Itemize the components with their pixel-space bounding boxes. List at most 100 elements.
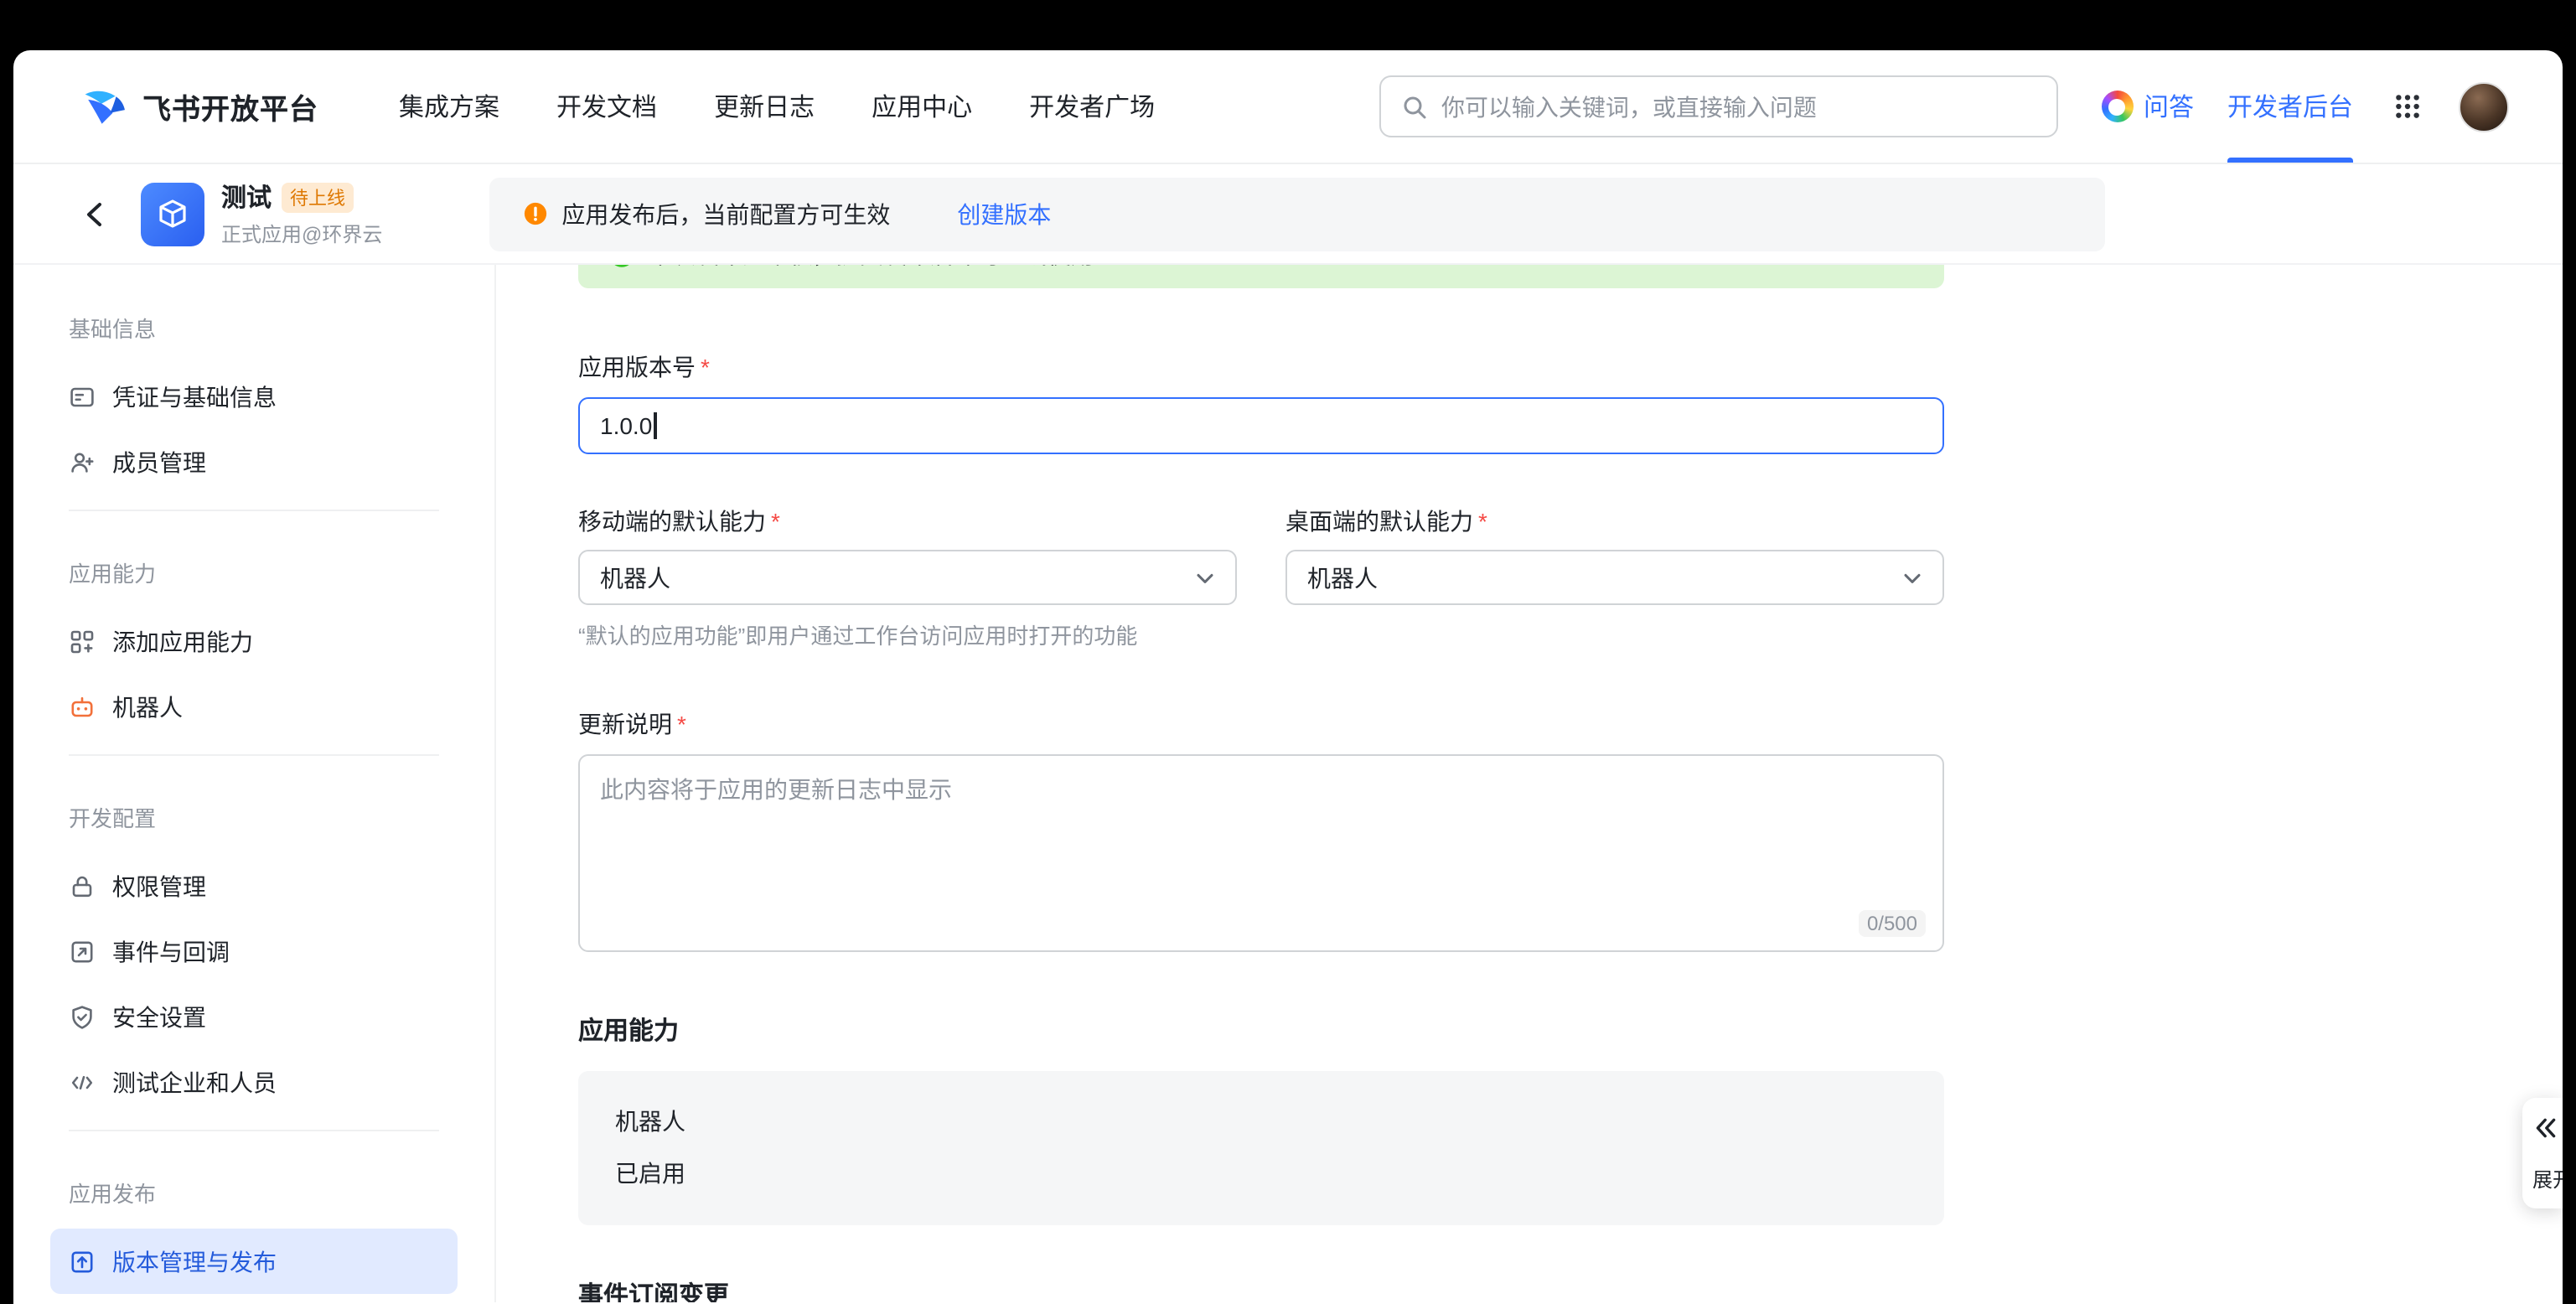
app-subtitle: 正式应用@环界云	[221, 220, 382, 248]
sidebar-item-add-capability[interactable]: 添加应用能力	[50, 608, 458, 674]
sidebar-item-label: 安全设置	[112, 1000, 206, 1033]
success-banner-text: 本次发布免审核，提交发布后即可上线使用	[649, 265, 1094, 272]
publish-alert-banner: 应用发布后，当前配置方可生效 创建版本	[489, 177, 2105, 251]
create-version-link[interactable]: 创建版本	[957, 197, 1051, 230]
search-input[interactable]	[1441, 93, 2040, 120]
app-icon	[141, 182, 204, 246]
desktop-capability-value: 机器人	[1307, 561, 1899, 594]
main-nav: 集成方案 开发文档 更新日志 应用中心 开发者广场	[399, 89, 1155, 124]
required-mark: *	[1478, 508, 1487, 535]
sidebar-section-release: 应用发布	[69, 1177, 494, 1208]
update-notes-label: 更新说明*	[578, 707, 2563, 741]
apps-grid-icon[interactable]	[2393, 92, 2422, 121]
version-input[interactable]: 1.0.0	[578, 397, 1944, 454]
version-label: 应用版本号*	[578, 350, 2563, 384]
nav-item-integration[interactable]: 集成方案	[399, 89, 499, 124]
events-section-title: 事件订阅变更	[578, 1277, 2563, 1302]
mobile-capability-select[interactable]: 机器人	[578, 550, 1237, 605]
nav-item-dev-plaza[interactable]: 开发者广场	[1029, 89, 1155, 124]
update-notes-textarea[interactable]: 此内容将于应用的更新日志中显示 0/500	[578, 754, 1944, 952]
sidebar-item-label: 成员管理	[112, 445, 206, 479]
required-mark: *	[771, 508, 780, 535]
default-capability-hint: “默认的应用功能”即用户通过工作台访问应用时打开的功能	[578, 618, 1237, 650]
brand-name: 飞书开放平台	[142, 85, 318, 127]
nav-item-changelog[interactable]: 更新日志	[714, 89, 815, 124]
tab-developer-console[interactable]: 开发者后台	[2227, 50, 2353, 163]
add-capability-icon	[69, 628, 96, 655]
expand-label: 展开	[2532, 1165, 2563, 1193]
sidebar: 基础信息 凭证与基础信息 成员管理	[13, 265, 496, 1302]
bot-icon	[69, 693, 96, 720]
sidebar-item-credentials[interactable]: 凭证与基础信息	[50, 364, 458, 429]
user-avatar[interactable]	[2459, 81, 2509, 132]
sidebar-item-members[interactable]: 成员管理	[50, 429, 458, 494]
sidebar-item-security[interactable]: 安全设置	[50, 984, 458, 1049]
shield-icon	[69, 1003, 96, 1030]
active-tab-indicator	[2227, 158, 2353, 163]
sidebar-item-test-org[interactable]: 测试企业和人员	[50, 1049, 458, 1115]
sidebar-item-events[interactable]: 事件与回调	[50, 918, 458, 984]
body-area: 基础信息 凭证与基础信息 成员管理	[13, 265, 2563, 1302]
app-subheader: 测试 待上线 正式应用@环界云 应用发布后，当前配置方可生效 创建版本	[13, 164, 2563, 265]
expand-panel-toggle[interactable]: 展开	[2522, 1098, 2563, 1208]
sidebar-divider	[69, 1130, 439, 1131]
credential-icon	[69, 383, 96, 410]
sidebar-item-bot[interactable]: 机器人	[50, 674, 458, 739]
permission-lock-icon	[69, 872, 96, 899]
nav-item-app-center[interactable]: 应用中心	[872, 89, 972, 124]
success-banner: 本次发布免审核，提交发布后即可上线使用	[578, 265, 1944, 288]
main-content: 本次发布免审核，提交发布后即可上线使用 应用版本号* 1.0.0 移动端的默认能…	[496, 265, 2563, 1302]
sidebar-section-capabilities: 应用能力	[69, 556, 494, 588]
sidebar-section-basic: 基础信息	[69, 312, 494, 344]
test-brackets-icon	[69, 1069, 96, 1095]
console-label: 开发者后台	[2227, 89, 2353, 124]
sidebar-item-label: 权限管理	[112, 869, 206, 903]
sidebar-divider	[69, 510, 439, 511]
app-meta: 测试 待上线 正式应用@环界云	[221, 179, 382, 248]
browser-page: 飞书开放平台 集成方案 开发文档 更新日志 应用中心 开发者广场	[13, 50, 2563, 1304]
capability-section-title: 应用能力	[578, 1012, 2563, 1048]
required-mark: *	[701, 354, 710, 380]
qa-icon	[2102, 91, 2134, 122]
desktop-capability-select[interactable]: 机器人	[1285, 550, 1944, 605]
mobile-capability-value: 机器人	[600, 561, 1192, 594]
success-check-icon	[608, 265, 635, 268]
screen: 飞书开放平台 集成方案 开发文档 更新日志 应用中心 开发者广场	[0, 0, 2576, 1304]
default-capability-row: 移动端的默认能力* 机器人 “默认的应用功能”即用户通过工作台访问应用时打开的功…	[578, 505, 2563, 650]
header-right: 问答 开发者后台	[2102, 50, 2509, 163]
qa-link[interactable]: 问答	[2102, 89, 2194, 124]
notes-placeholder: 此内容将于应用的更新日志中显示	[600, 776, 952, 803]
sidebar-item-label: 测试企业和人员	[112, 1065, 277, 1099]
alert-text: 应用发布后，当前配置方可生效	[561, 197, 890, 230]
desktop-capability-label: 桌面端的默认能力*	[1285, 505, 1944, 538]
sidebar-item-version-release[interactable]: 版本管理与发布	[50, 1229, 458, 1294]
sidebar-item-label: 事件与回调	[112, 934, 230, 968]
required-mark: *	[677, 711, 686, 737]
chevron-down-icon	[1899, 564, 1926, 591]
status-badge: 待上线	[282, 182, 354, 212]
brand-logo-link[interactable]: 飞书开放平台	[80, 84, 318, 129]
members-icon	[69, 448, 96, 475]
sidebar-item-label: 机器人	[112, 690, 183, 723]
back-button[interactable]	[80, 199, 111, 229]
sidebar-divider	[69, 754, 439, 756]
search-icon	[1401, 93, 1428, 120]
sidebar-section-dev-config: 开发配置	[69, 801, 494, 833]
app-name: 测试	[221, 179, 272, 215]
capability-status: 已启用	[615, 1157, 1907, 1190]
event-callback-icon	[69, 938, 96, 965]
release-upload-icon	[69, 1248, 96, 1275]
sidebar-item-label: 版本管理与发布	[112, 1244, 277, 1278]
top-header: 飞书开放平台 集成方案 开发文档 更新日志 应用中心 开发者广场	[13, 50, 2563, 164]
char-counter: 0/500	[1859, 910, 1926, 937]
text-cursor	[654, 412, 656, 439]
global-search[interactable]	[1379, 75, 2058, 137]
nav-item-docs[interactable]: 开发文档	[556, 89, 657, 124]
version-value: 1.0.0	[600, 412, 652, 439]
capability-box: 机器人 已启用	[578, 1071, 1944, 1225]
sidebar-item-permissions[interactable]: 权限管理	[50, 853, 458, 918]
double-chevron-left-icon	[2532, 1115, 2559, 1141]
sidebar-item-label: 添加应用能力	[112, 624, 253, 658]
warning-icon	[523, 201, 548, 226]
mobile-capability-label: 移动端的默认能力*	[578, 505, 1237, 538]
